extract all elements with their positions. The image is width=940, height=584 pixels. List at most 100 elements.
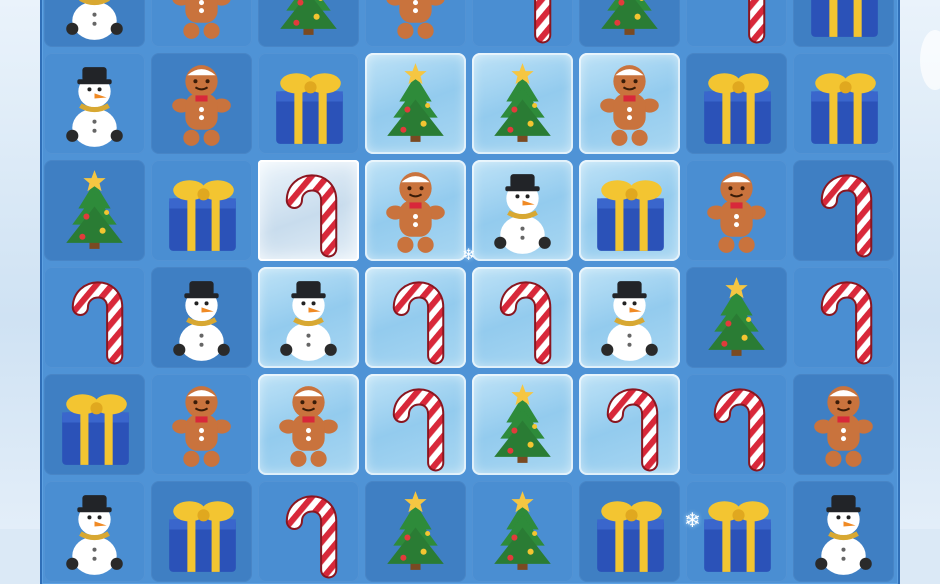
candy-cane-piece-icon[interactable] (258, 481, 359, 582)
snowman-piece-icon[interactable] (44, 481, 145, 582)
candy-cane-piece-icon[interactable] (365, 267, 466, 368)
candy-cane-piece-icon[interactable] (793, 160, 894, 261)
snowman-piece-icon[interactable] (472, 160, 573, 261)
tree-piece-icon[interactable] (579, 0, 680, 47)
board-tile[interactable] (472, 160, 573, 261)
gift-piece-icon[interactable] (151, 481, 252, 582)
gingerbread-piece-icon[interactable] (579, 53, 680, 154)
board-tile[interactable] (686, 0, 787, 47)
board-tile[interactable] (793, 53, 894, 154)
candy-cane-piece-icon[interactable] (686, 374, 787, 475)
board-tile[interactable] (151, 481, 252, 582)
board-tile[interactable] (579, 160, 680, 261)
candy-cane-piece-icon[interactable] (258, 160, 359, 261)
board-tile[interactable] (258, 374, 359, 475)
tree-piece-icon[interactable] (365, 53, 466, 154)
tree-piece-icon[interactable] (686, 267, 787, 368)
board-tile[interactable] (472, 481, 573, 582)
tree-piece-icon[interactable] (472, 481, 573, 582)
gift-piece-icon[interactable] (579, 160, 680, 261)
gingerbread-piece-icon[interactable] (793, 374, 894, 475)
board-tile[interactable] (686, 53, 787, 154)
gift-piece-icon[interactable] (793, 0, 894, 47)
gingerbread-piece-icon[interactable] (365, 160, 466, 261)
board-tile[interactable] (579, 481, 680, 582)
board-tile[interactable] (151, 160, 252, 261)
gift-piece-icon[interactable] (686, 481, 787, 582)
tree-piece-icon[interactable] (44, 160, 145, 261)
board-tile[interactable] (365, 267, 466, 368)
board-tile[interactable] (686, 481, 787, 582)
gift-piece-icon[interactable] (579, 481, 680, 582)
gingerbread-piece-icon[interactable] (365, 0, 466, 47)
board-tile[interactable] (793, 481, 894, 582)
gingerbread-piece-icon[interactable] (151, 53, 252, 154)
tree-piece-icon[interactable] (365, 481, 466, 582)
board-tile[interactable] (686, 267, 787, 368)
gift-piece-icon[interactable] (151, 160, 252, 261)
gingerbread-piece-icon[interactable] (151, 374, 252, 475)
board-tile[interactable] (793, 0, 894, 47)
board-tile[interactable] (472, 267, 573, 368)
board-tile[interactable] (44, 53, 145, 154)
board-tile[interactable] (686, 160, 787, 261)
gingerbread-piece-icon[interactable] (686, 160, 787, 261)
candy-cane-piece-icon[interactable] (793, 267, 894, 368)
gingerbread-piece-icon[interactable] (258, 374, 359, 475)
tree-piece-icon[interactable] (472, 374, 573, 475)
candy-cane-piece-icon[interactable] (44, 267, 145, 368)
snowman-piece-icon[interactable] (44, 53, 145, 154)
snowman-piece-icon[interactable] (44, 0, 145, 47)
board-tile[interactable] (258, 267, 359, 368)
background-left (0, 0, 40, 529)
background-right (898, 0, 940, 529)
board-tile[interactable] (44, 0, 145, 47)
gingerbread-piece-icon[interactable] (151, 0, 252, 47)
board-tile[interactable] (793, 374, 894, 475)
tree-piece-icon[interactable] (258, 0, 359, 47)
snowman-piece-icon[interactable] (151, 267, 252, 368)
board-tile[interactable] (365, 374, 466, 475)
gift-piece-icon[interactable] (793, 53, 894, 154)
board-tile[interactable] (365, 0, 466, 47)
board-tile[interactable] (579, 267, 680, 368)
board-tile[interactable] (44, 160, 145, 261)
snowman-piece-icon[interactable] (258, 267, 359, 368)
board-tile[interactable] (258, 160, 359, 261)
tree-piece-icon[interactable] (472, 53, 573, 154)
snowflake-sparkle-icon: ❄ (684, 508, 701, 532)
board-tile[interactable] (579, 53, 680, 154)
board-tile[interactable] (258, 53, 359, 154)
board-tile[interactable] (472, 374, 573, 475)
board-tile[interactable] (579, 374, 680, 475)
board-tile[interactable] (44, 267, 145, 368)
candy-cane-piece-icon[interactable] (686, 0, 787, 47)
gift-piece-icon[interactable] (258, 53, 359, 154)
candy-cane-piece-icon[interactable] (579, 374, 680, 475)
board-tile[interactable] (579, 0, 680, 47)
candy-cane-piece-icon[interactable] (472, 267, 573, 368)
board-tile[interactable] (151, 267, 252, 368)
gift-piece-icon[interactable] (44, 374, 145, 475)
board-tile[interactable] (365, 481, 466, 582)
board-tile[interactable] (151, 53, 252, 154)
board-tile[interactable] (258, 481, 359, 582)
board-tile[interactable] (686, 374, 787, 475)
board-tile[interactable] (151, 0, 252, 47)
board-tile[interactable] (793, 267, 894, 368)
gift-piece-icon[interactable] (686, 53, 787, 154)
snowman-piece-icon[interactable] (793, 481, 894, 582)
board-tile[interactable] (44, 481, 145, 582)
snowman-piece-icon[interactable] (579, 267, 680, 368)
candy-cane-piece-icon[interactable] (472, 0, 573, 47)
board-tile[interactable] (44, 374, 145, 475)
game-board (40, 0, 900, 584)
board-tile[interactable] (472, 53, 573, 154)
board-tile[interactable] (258, 0, 359, 47)
board-tile[interactable] (793, 160, 894, 261)
board-tile[interactable] (151, 374, 252, 475)
board-tile[interactable] (365, 160, 466, 261)
board-tile[interactable] (365, 53, 466, 154)
board-tile[interactable] (472, 0, 573, 47)
candy-cane-piece-icon[interactable] (365, 374, 466, 475)
